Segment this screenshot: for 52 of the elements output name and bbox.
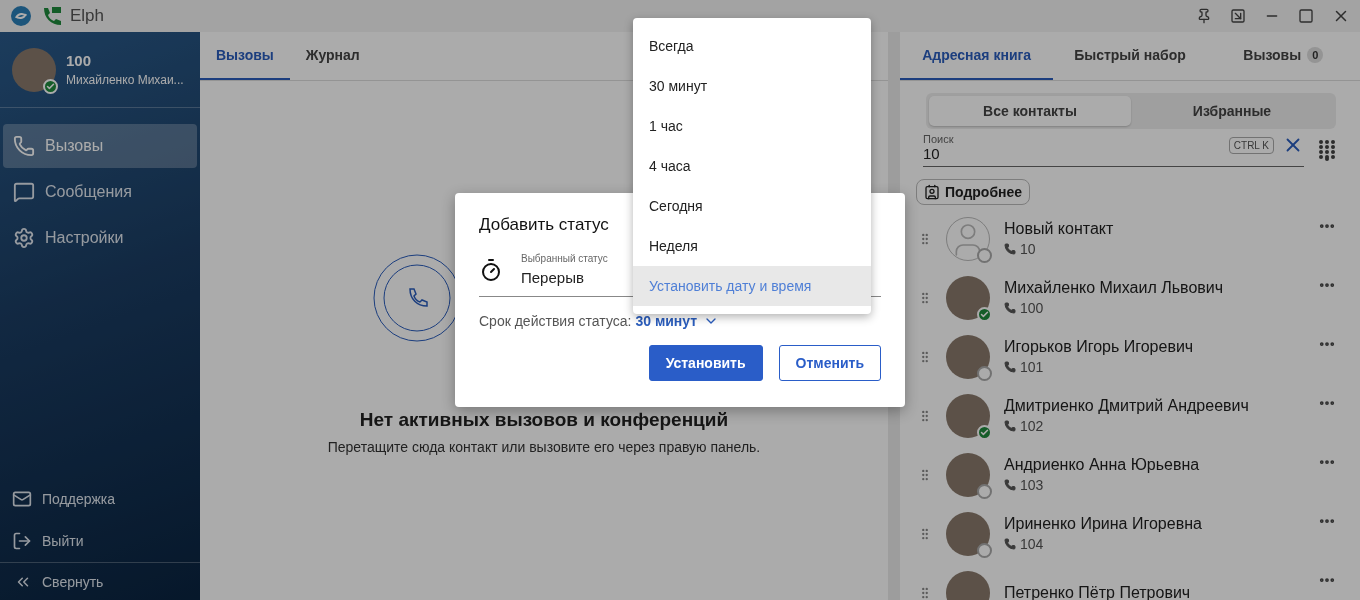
menu-item[interactable]: 4 часа bbox=[633, 146, 871, 186]
details-button[interactable]: Подробнее bbox=[916, 179, 1031, 205]
contact-number: 102 bbox=[1020, 418, 1044, 434]
collapse-link[interactable]: Свернуть bbox=[42, 573, 104, 590]
nav-label: Вызовы bbox=[45, 137, 104, 155]
cancel-button[interactable]: Отменить bbox=[778, 345, 881, 381]
contact-name: Ириненко Ирина Игоревна bbox=[1004, 515, 1202, 533]
tab-label: Адресная книга bbox=[922, 47, 1032, 63]
contact-number: 104 bbox=[1020, 536, 1044, 552]
tab[interactable]: Адресная книга bbox=[900, 32, 1054, 80]
tab[interactable]: Вызовы bbox=[200, 32, 290, 80]
contact-number: 10 bbox=[1020, 241, 1036, 257]
expiry-label: Срок действия статуса: bbox=[479, 313, 632, 329]
nav-item[interactable]: Настройки bbox=[3, 216, 197, 260]
menu-item[interactable]: Сегодня bbox=[633, 186, 871, 226]
contact-name: Петренко Пётр Петрович bbox=[1004, 583, 1191, 600]
tab[interactable]: Быстрый набор bbox=[1053, 32, 1207, 80]
menu-item[interactable]: 30 минут bbox=[633, 66, 871, 106]
dialog-title: Добавить статус bbox=[479, 215, 610, 235]
menu-link[interactable]: Выйти bbox=[42, 533, 84, 549]
contact-name: Михайленко Михаил Львович bbox=[1004, 279, 1224, 297]
empty-text: Перетащите сюда контакт или вызовите его через правую панель. bbox=[327, 439, 761, 455]
tab-label: Вызовы bbox=[1243, 47, 1302, 63]
segment[interactable]: Все контакты bbox=[929, 96, 1131, 126]
confirm-button[interactable]: Установить bbox=[648, 345, 763, 381]
menu-link[interactable]: Поддержка bbox=[42, 491, 116, 507]
tab[interactable]: Вызовы 0 bbox=[1206, 32, 1360, 80]
contact-number: 100 bbox=[1020, 300, 1044, 316]
menu-item[interactable]: 1 час bbox=[633, 106, 871, 146]
window-title: Elph bbox=[70, 6, 105, 26]
menu-item[interactable]: Установить дату и время bbox=[633, 266, 871, 306]
expiry-dropdown[interactable]: 30 минут bbox=[635, 313, 720, 329]
user-number: 100 bbox=[66, 52, 93, 69]
nav-label: Настройки bbox=[45, 229, 124, 247]
nav-item[interactable]: Сообщения bbox=[3, 170, 197, 214]
segment[interactable]: Избранные bbox=[1131, 96, 1333, 126]
tab[interactable]: Журнал bbox=[289, 32, 376, 80]
contact-name: Андриенко Анна Юрьевна bbox=[1004, 456, 1200, 474]
menu-item[interactable]: Неделя bbox=[633, 226, 871, 266]
tab-label: Быстрый набор bbox=[1074, 47, 1186, 63]
shortcut-hint: CTRL K bbox=[1228, 137, 1274, 154]
contact-name: Новый контакт bbox=[1004, 220, 1114, 238]
nav-label: Сообщения bbox=[45, 183, 132, 201]
search-field[interactable]: Поиск 10 CTRL K bbox=[923, 133, 1304, 167]
count-badge: 0 bbox=[1307, 47, 1324, 63]
user-name: Михайленко Михаи... bbox=[66, 73, 184, 87]
contact-name: Игорьков Игорь Игоревич bbox=[1004, 338, 1194, 356]
menu-item[interactable]: Всегда bbox=[633, 26, 871, 66]
contact-name: Дмитриенко Дмитрий Андреевич bbox=[1004, 397, 1249, 415]
empty-title: Нет активных вызовов и конференций bbox=[359, 409, 729, 431]
contact-number: 101 bbox=[1020, 359, 1044, 375]
contact-number: 103 bbox=[1020, 477, 1044, 493]
